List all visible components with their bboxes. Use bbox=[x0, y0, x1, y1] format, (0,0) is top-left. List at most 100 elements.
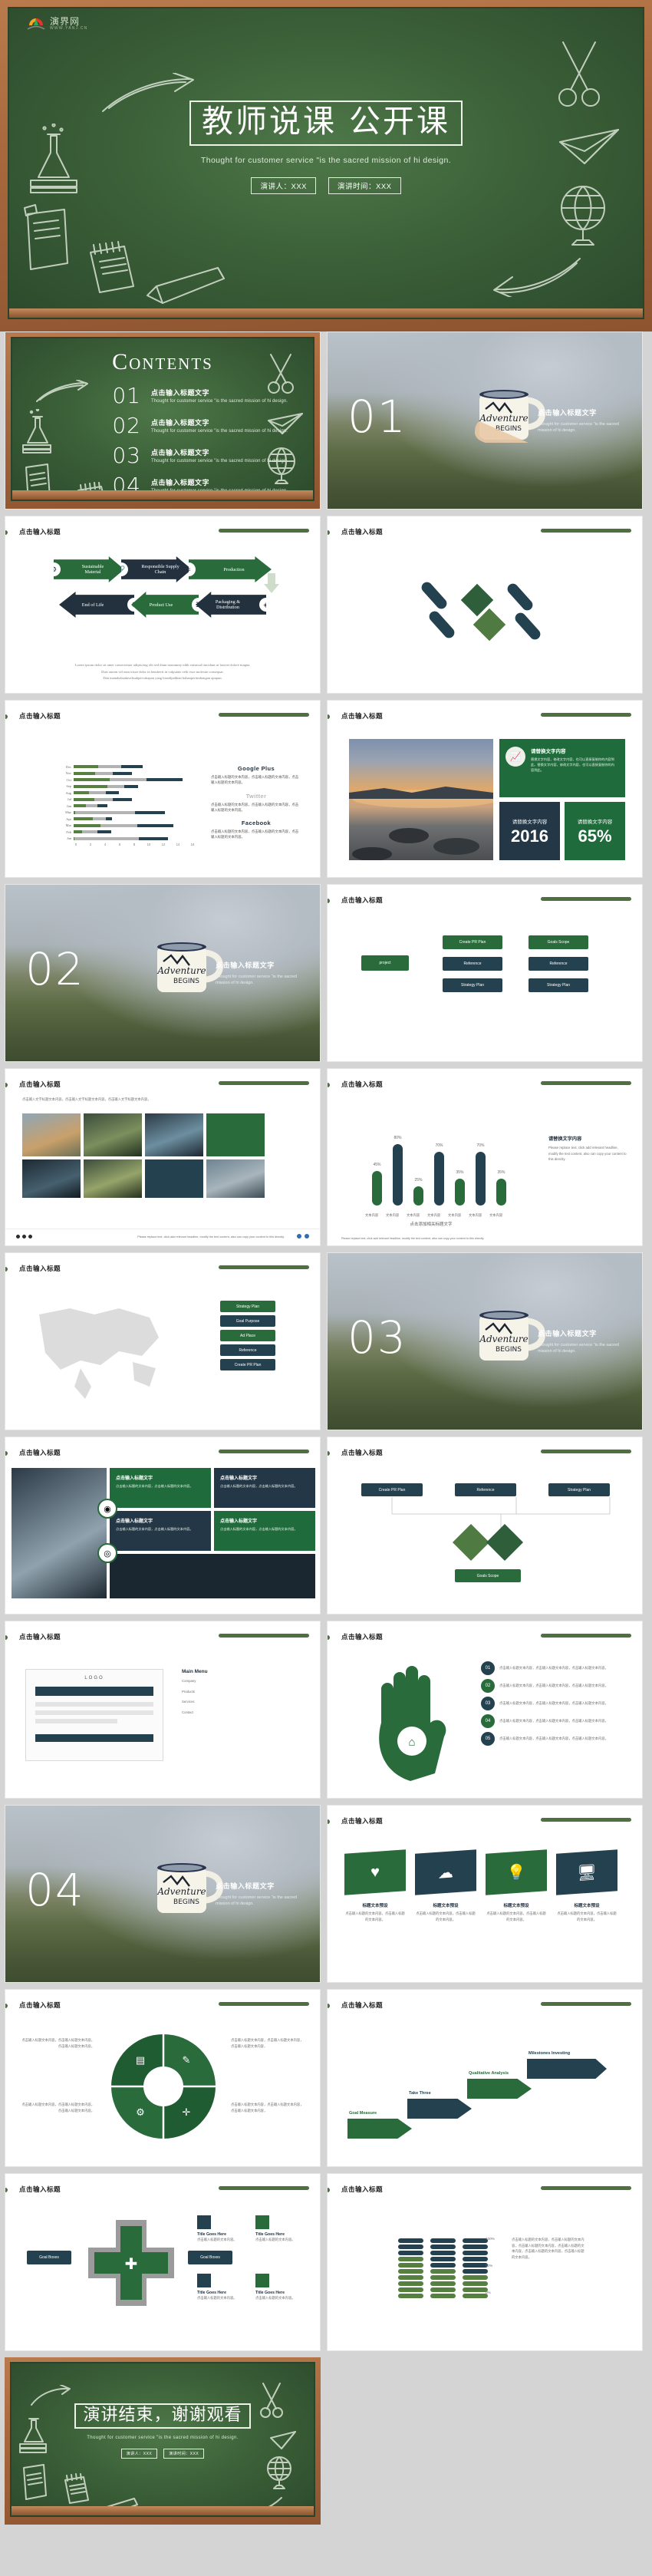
menu-item[interactable]: Contact bbox=[182, 1710, 305, 1716]
chart-bar-row: Aug bbox=[61, 790, 197, 797]
slide-header: 点击输入标题 bbox=[341, 1633, 384, 1641]
cover-speaker-pill[interactable]: 演讲人：XXX bbox=[251, 177, 316, 195]
gallery-thumb[interactable] bbox=[84, 1159, 142, 1198]
cross-item[interactable]: Title Goes Here 点击输入标题的文本内容。 bbox=[197, 2215, 248, 2243]
gallery-thumb[interactable] bbox=[22, 1159, 81, 1198]
step-desc: 点击输入标题文本内容，点击输入标题文本内容，点击输入标题文本内容， bbox=[499, 1666, 608, 1671]
info-card-desc: 替换文字内容，修改文字内容，也可以直接复制你的内容到此。替换文字内容，修改文字内… bbox=[531, 757, 614, 773]
plus-icon: ✛ bbox=[183, 2106, 191, 2118]
flow-chip-right[interactable]: Strategy Plan bbox=[529, 978, 588, 992]
feature-card[interactable]: ♥ 标题文本预设 点击输入标题的文本内容，点击输入标题的文本内容。 bbox=[344, 1849, 406, 1922]
grid-card-wide[interactable] bbox=[110, 1554, 315, 1598]
cover-title: 教师说课 公开课 bbox=[201, 103, 451, 140]
feature-card[interactable]: ☁ 标题文本预设 点击输入标题的文本内容，点击输入标题的文本内容。 bbox=[415, 1849, 476, 1922]
chart-x-tick: 10 bbox=[147, 843, 151, 846]
chart-x-tick: 6 bbox=[118, 843, 121, 846]
ending-speaker-pill[interactable]: 演讲人：XXX bbox=[120, 2449, 158, 2459]
pagination-dots-right[interactable] bbox=[297, 1234, 309, 1239]
map-button[interactable]: Create PR Plan bbox=[220, 1359, 275, 1370]
org-node[interactable]: Create PR Plan bbox=[361, 1483, 423, 1496]
feature-card-label: 标题文本预设 bbox=[362, 1904, 388, 1908]
chart-value-label: 70% bbox=[435, 1143, 443, 1148]
map-button[interactable]: Goal Purpose bbox=[220, 1315, 275, 1327]
gallery-thumb[interactable] bbox=[145, 1159, 203, 1198]
grid-card-dark[interactable]: 点击输入标题文字 点击输入标题的文本内容，点击输入标题的文本内容。 bbox=[214, 1468, 315, 1508]
matrix-cell bbox=[398, 2294, 423, 2298]
contents-item[interactable]: 03 点击输入标题文字 Thought for customer service… bbox=[98, 443, 296, 468]
chart-bar-segment bbox=[109, 778, 147, 782]
ending-time-pill[interactable]: 演讲时间：XXX bbox=[163, 2449, 205, 2459]
chart-axis-caption: 点击添加相关标题文字 bbox=[410, 1222, 453, 1227]
matrix-cell bbox=[398, 2245, 423, 2249]
feature-card[interactable]: 💡 标题文本预设 点击输入标题的文本内容，点击输入标题的文本内容。 bbox=[486, 1849, 547, 1922]
social-chart-slide: 点击输入标题 Dec Nov Oct Sep Aug Jul Jun May Apr Mar Feb… bbox=[5, 700, 321, 878]
grid-card-green[interactable]: 点击输入标题文字 点击输入标题的文本内容，点击输入标题的文本内容。 bbox=[214, 1511, 315, 1551]
feature-card[interactable]: 🖥 标题文本预设 点击输入标题的文本内容，点击输入标题的文本内容。 bbox=[556, 1849, 617, 1922]
process-step[interactable]: ☷ Product Use bbox=[131, 592, 199, 618]
cross-item-desc: 点击输入标题的文本内容。 bbox=[255, 2296, 295, 2300]
flow-chip-right[interactable]: Reference bbox=[529, 957, 588, 971]
chart-side-title: 请替换文字内容 bbox=[548, 1136, 582, 1142]
header-rule bbox=[219, 1450, 309, 1453]
mock-browser[interactable]: LOGO bbox=[25, 1669, 163, 1761]
flow-chip[interactable]: Create PR Plan bbox=[443, 935, 502, 949]
grid-card-dark[interactable]: 点击输入标题文字 点击输入标题的文本内容，点击输入标题的文本内容。 bbox=[110, 1511, 211, 1551]
stair-step[interactable] bbox=[347, 2119, 412, 2139]
accent-dot bbox=[328, 1819, 330, 1824]
matrix-cell bbox=[430, 2275, 456, 2280]
contents-item[interactable]: 02 点击输入标题文字 Thought for customer service… bbox=[98, 413, 296, 438]
org-chart-slide: 点击输入标题 Create PR Plan Reference Strategy… bbox=[327, 1436, 643, 1615]
stat-label: 请替换文字内容 bbox=[577, 820, 613, 825]
matrix-cell bbox=[430, 2294, 456, 2298]
menu-item[interactable]: Products bbox=[182, 1689, 305, 1695]
map-button[interactable]: Reference bbox=[220, 1344, 275, 1356]
chart-column: 80% bbox=[393, 1136, 403, 1206]
chart-column: 35% bbox=[496, 1170, 506, 1206]
step-desc: 点击输入标题文本内容，点击输入标题文本内容，点击输入标题文本内容， bbox=[499, 1701, 608, 1706]
cross-right-label[interactable]: Goal Boxes bbox=[188, 2251, 232, 2264]
stair-step[interactable] bbox=[527, 2059, 607, 2079]
flow-chip[interactable]: Reference bbox=[443, 957, 502, 971]
cross-item[interactable]: Title Goes Here 点击输入标题的文本内容。 bbox=[255, 2274, 306, 2301]
map-button[interactable]: Ad Place bbox=[220, 1330, 275, 1341]
flow-chip[interactable]: Strategy Plan bbox=[443, 978, 502, 992]
chart-growth-icon: 📈 bbox=[505, 747, 525, 767]
process-step[interactable]: ≡ Production bbox=[189, 556, 272, 582]
menu-item[interactable]: Company bbox=[182, 1678, 305, 1684]
grid-card-green[interactable]: 点击输入标题文字 点击输入标题的文本内容，点击输入标题的文本内容。 bbox=[110, 1468, 211, 1508]
cross-item[interactable]: Title Goes Here 点击输入标题的文本内容。 bbox=[255, 2215, 306, 2243]
gallery-thumb[interactable] bbox=[206, 1159, 265, 1198]
flow-source-chip[interactable]: project bbox=[361, 955, 409, 971]
process-step[interactable]: ⚙ Sustainable Material bbox=[54, 556, 124, 582]
stair-step[interactable] bbox=[467, 2079, 532, 2099]
stair-step[interactable] bbox=[407, 2099, 472, 2119]
menu-item[interactable]: Services bbox=[182, 1699, 305, 1705]
process-step[interactable]: ◈ Packaging & Distribution bbox=[196, 592, 266, 618]
grid-card-desc: 点击输入标题的文本内容，点击输入标题的文本内容。 bbox=[116, 1527, 193, 1531]
cover-time-pill[interactable]: 演讲时间：XXX bbox=[328, 177, 401, 195]
cover-chalkboard: 演界网 WWW.YANJ.CN 教师说课 公开课 Thought for cus… bbox=[8, 7, 644, 319]
matrix-cell bbox=[398, 2269, 423, 2274]
chart-x-tick: 8 bbox=[133, 843, 136, 846]
flow-chip-right[interactable]: Goals Scope bbox=[529, 935, 588, 949]
gallery-thumb[interactable] bbox=[145, 1113, 203, 1156]
gallery-thumb[interactable] bbox=[206, 1113, 265, 1156]
org-node-leaf[interactable]: Goals Scope bbox=[455, 1569, 521, 1582]
dark-grid-slide: 点击输入标题 点击输入标题文字 点击输入标题的文本内容，点击输入标题的文本内容。… bbox=[5, 1436, 321, 1615]
gallery-thumb[interactable] bbox=[84, 1113, 142, 1156]
legend-desc: 点击输入标题的文本内容，点击输入标题的文本内容，点击输入标题的文本内容。 bbox=[211, 802, 299, 812]
cross-item[interactable]: Title Goes Here 点击输入标题的文本内容。 bbox=[197, 2274, 248, 2301]
gallery-thumb[interactable] bbox=[22, 1113, 81, 1156]
org-node[interactable]: Strategy Plan bbox=[548, 1483, 610, 1496]
chart-bar-segment bbox=[137, 823, 174, 827]
cross-left-label[interactable]: Goal Boxes bbox=[27, 2251, 71, 2264]
contents-item[interactable]: 01 点击输入标题文字 Thought for customer service… bbox=[98, 383, 296, 408]
process-caption: Lorem ipsum dolor sit amet consectetuer … bbox=[74, 662, 251, 681]
org-node[interactable]: Reference bbox=[455, 1483, 516, 1496]
info-card: 📈 请替换文字内容 替换文字内容，修改文字内容，也可以直接复制你的内容到此。替换… bbox=[499, 739, 625, 797]
process-step[interactable]: 🔗 Responsible Supply Chain bbox=[121, 556, 192, 582]
map-button[interactable]: Strategy Plan bbox=[220, 1301, 275, 1312]
pagination-dots-left[interactable] bbox=[16, 1235, 32, 1239]
feature-card-desc: 点击输入标题的文本内容，点击输入标题的文本内容。 bbox=[486, 1911, 546, 1921]
process-step[interactable]: ♻ End of Life bbox=[59, 592, 134, 618]
